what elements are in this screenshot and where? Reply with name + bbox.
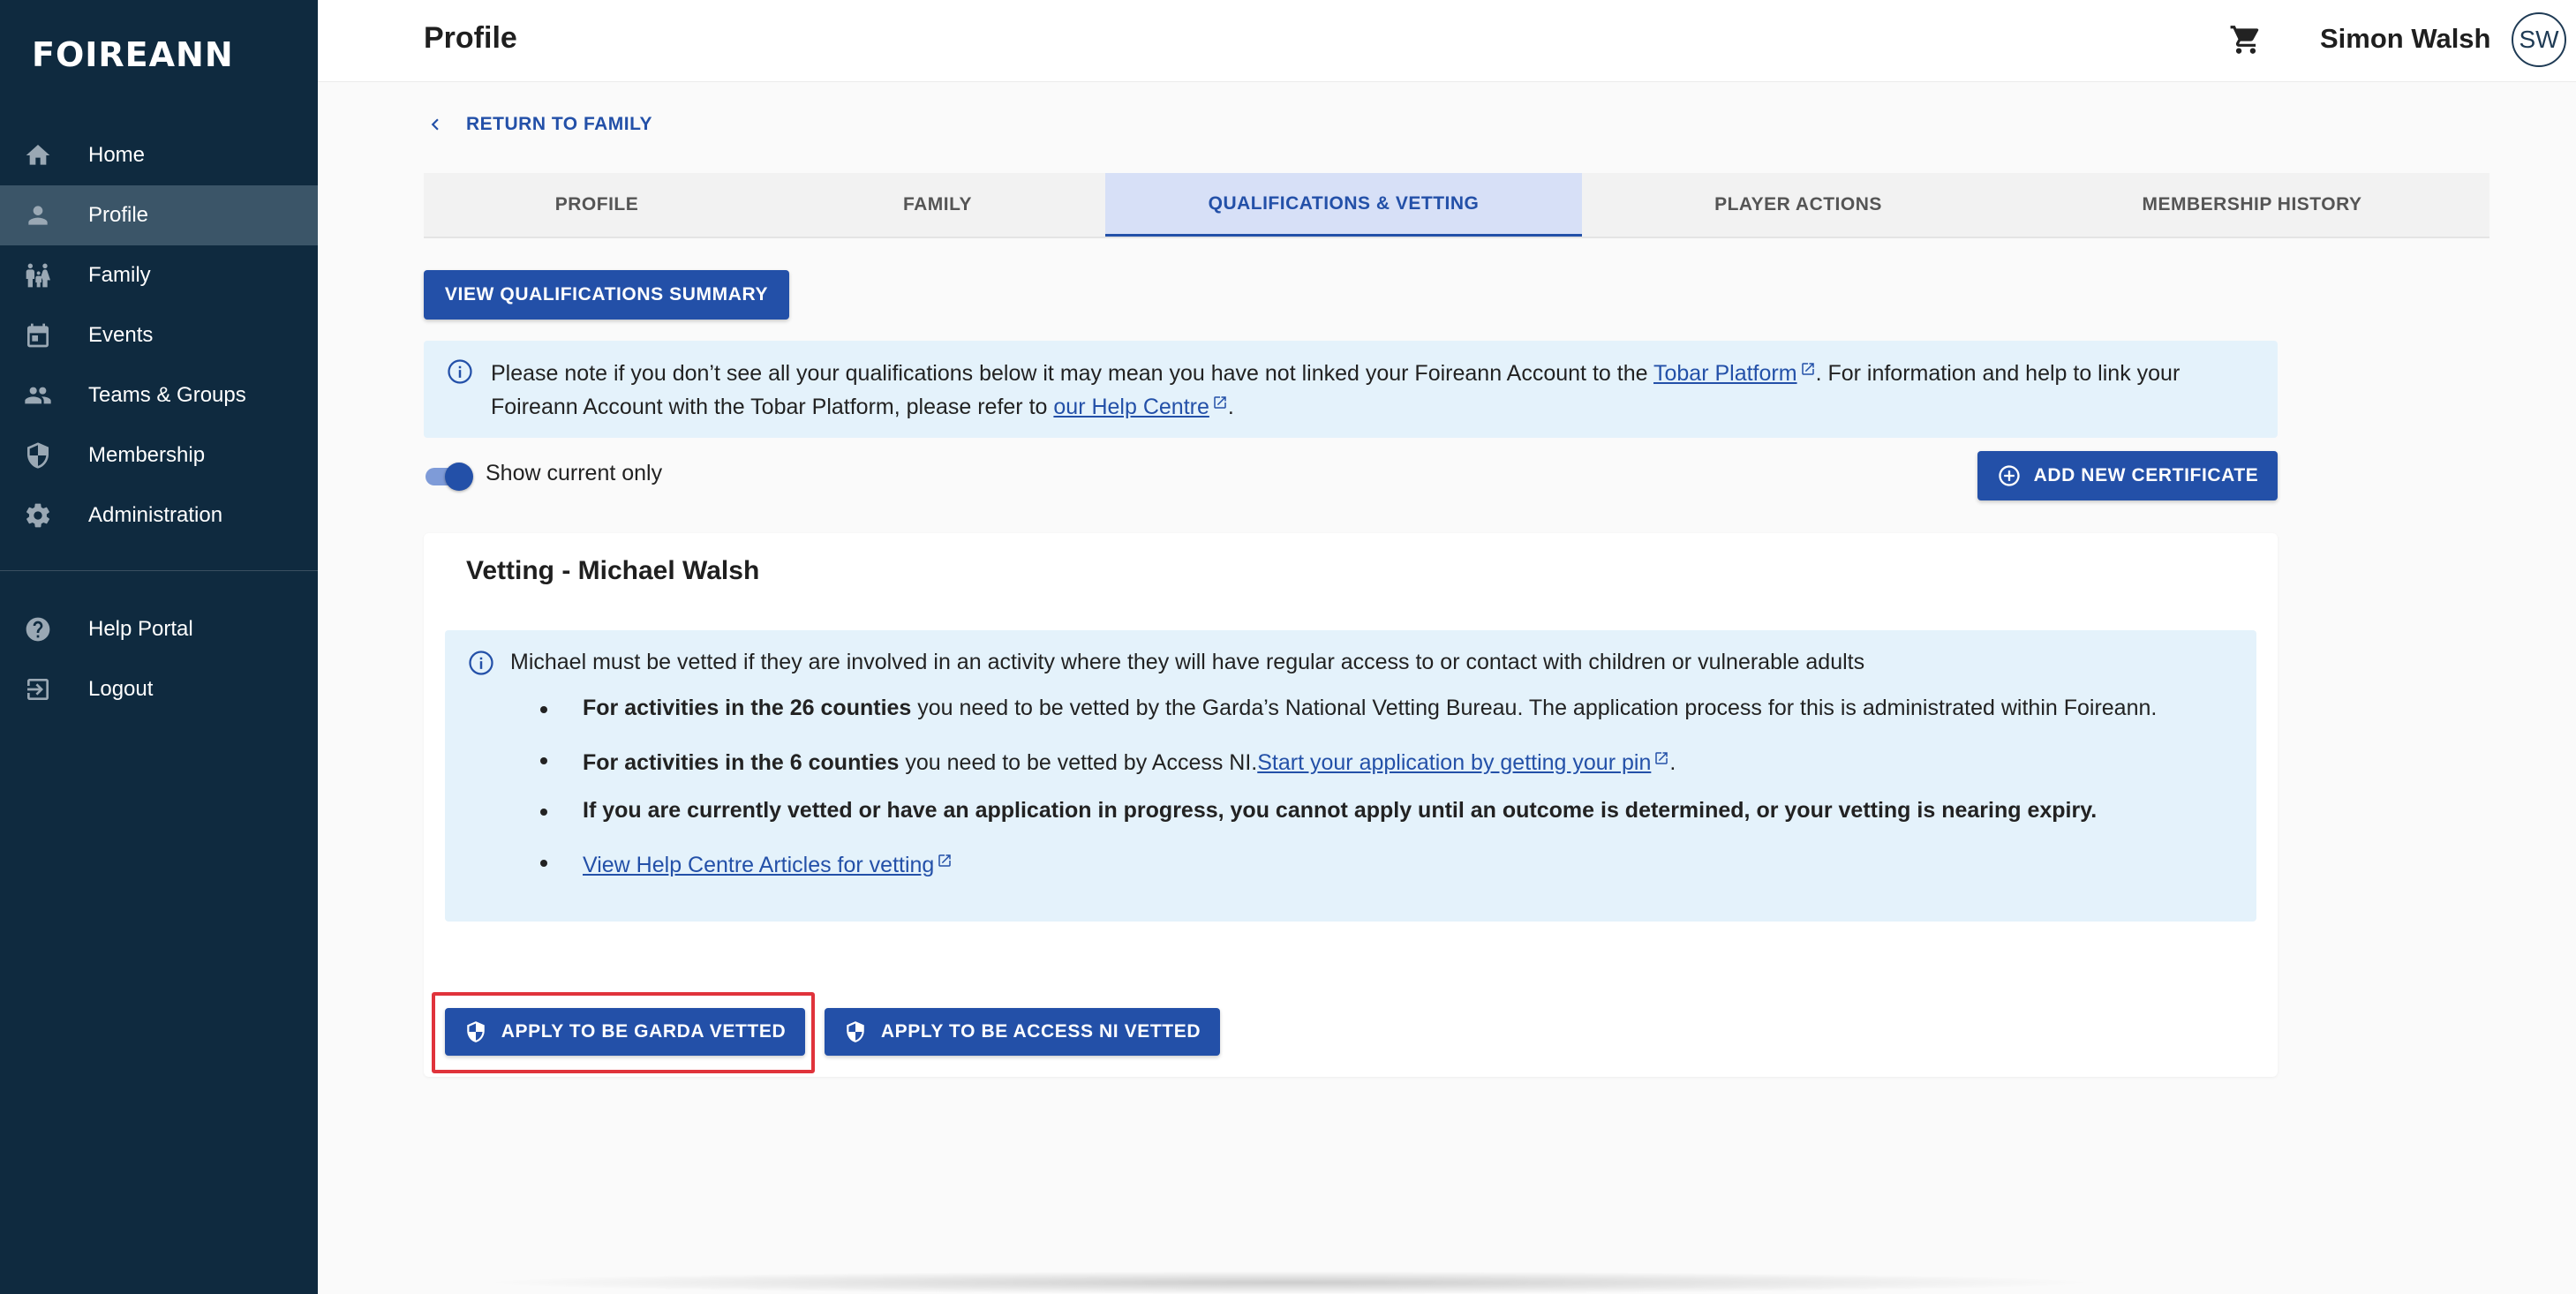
help-centre-link[interactable]: our Help Centre [1053,395,1209,419]
sidebar-item-events[interactable]: Events [0,305,318,365]
info-icon [469,651,493,675]
sidebar-item-label: Events [88,323,154,347]
vetting-title: Vetting - Michael Walsh [466,556,760,585]
sidebar-item-logout[interactable]: Logout [0,659,318,719]
list-item-bold: If you are currently vetted or have an a… [583,798,2098,823]
bullet [540,757,547,764]
cart-icon[interactable] [2229,23,2263,56]
profile-tabs: PROFILE FAMILY QUALIFICATIONS & VETTING … [424,173,2489,238]
list-item-bold: For activities in the 6 counties [583,750,900,775]
sidebar-item-administration[interactable]: Administration [0,485,318,545]
chevron-left-icon [431,118,439,131]
shield-icon [23,440,53,470]
sidebar-item-label: Help Portal [88,617,193,641]
sidebar-item-teams-groups[interactable]: Teams & Groups [0,365,318,425]
sidebar-item-help-portal[interactable]: Help Portal [0,599,318,659]
gear-icon [23,500,53,530]
list-item: For activities in the 6 counties you nee… [530,747,2157,798]
sidebar-item-label: Teams & Groups [88,383,246,407]
list-item: If you are currently vetted or have an a… [530,798,2157,849]
list-item-text: you need to be vetted by the Garda’s Nat… [911,696,2158,720]
info-text-part: Please note if you don’t see all your qu… [491,361,1653,386]
tobar-info-banner: Please note if you don’t see all your qu… [424,341,2278,438]
sidebar-divider [0,570,318,571]
vetting-requirements-list: For activities in the 26 counties you ne… [530,696,2157,900]
tab-qualifications-vetting[interactable]: QUALIFICATIONS & VETTING [1105,173,1582,237]
vetting-info-banner: Michael must be vetted if they are invol… [445,630,2256,922]
sidebar-item-label: Administration [88,503,223,527]
return-to-family-label: RETURN TO FAMILY [466,114,653,134]
list-item: For activities in the 26 counties you ne… [530,696,2157,747]
tab-player-actions[interactable]: PLAYER ACTIONS [1582,173,2015,237]
shield-icon [847,1021,864,1042]
apply-access-ni-vetted-label: APPLY TO BE ACCESS NI VETTED [880,1021,1201,1042]
tab-membership-history[interactable]: MEMBERSHIP HISTORY [2015,173,2489,237]
top-bar: Profile Simon Walsh SW [318,0,2576,82]
view-qualifications-summary-button[interactable]: VIEW QUALIFICATIONS SUMMARY [424,270,789,320]
home-icon [23,140,53,170]
bullet [540,860,547,867]
sidebar-item-label: Logout [88,677,154,701]
vetting-help-articles-link[interactable]: View Help Centre Articles for vetting [583,853,934,877]
access-ni-pin-link[interactable]: Start your application by getting your p… [1257,750,1651,775]
sidebar-item-label: Profile [88,203,149,227]
bullet [540,706,547,713]
logout-icon [23,674,53,704]
vetting-card: Vetting - Michael Walsh Michael must be … [424,533,2278,1077]
apply-garda-vetted-label: APPLY TO BE GARDA VETTED [501,1021,787,1042]
add-circle-icon [1998,465,2020,486]
sidebar-item-label: Family [88,263,151,287]
external-link-icon [937,849,953,867]
show-current-only-label: Show current only [486,461,663,485]
apply-access-ni-vetted-button[interactable]: APPLY TO BE ACCESS NI VETTED [825,1008,1220,1056]
list-item: View Help Centre Articles for vetting [530,849,2157,900]
person-icon [23,200,53,230]
tab-profile[interactable]: PROFILE [424,173,770,237]
sidebar-item-family[interactable]: Family [0,245,318,305]
avatar[interactable]: SW [2512,12,2566,67]
add-new-certificate-button[interactable]: ADD NEW CERTIFICATE [1977,451,2278,500]
return-to-family-link[interactable]: RETURN TO FAMILY [424,113,652,136]
bottom-shadow [477,1271,2101,1294]
external-link-icon [1653,747,1669,764]
apply-garda-vetted-button[interactable]: APPLY TO BE GARDA VETTED [445,1008,805,1056]
bullet [540,809,547,816]
sidebar-nav: Home Profile Family Events Teams & Group… [0,125,318,719]
list-item-text: . [1669,750,1676,775]
vetting-intro-text: Michael must be vetted if they are invol… [510,650,1865,674]
sidebar-item-profile[interactable]: Profile [0,185,318,245]
sidebar-item-membership[interactable]: Membership [0,425,318,485]
info-text-part: . [1227,395,1234,419]
tobar-info-text: Please note if you don’t see all your qu… [491,355,2248,422]
sidebar-item-home[interactable]: Home [0,125,318,185]
add-new-certificate-label: ADD NEW CERTIFICATE [2033,465,2259,485]
sidebar-item-label: Home [88,143,146,167]
tab-family[interactable]: FAMILY [770,173,1105,237]
tobar-platform-link[interactable]: Tobar Platform [1653,361,1797,386]
foireann-logo[interactable]: FOIREANN [32,35,234,74]
info-icon [448,359,472,384]
list-item-text: you need to be vetted by Access NI. [899,750,1258,775]
family-icon [23,260,53,290]
shield-icon [467,1021,485,1042]
calendar-icon [23,320,53,350]
help-icon [23,614,53,644]
toggle-thumb [445,463,473,491]
user-name[interactable]: Simon Walsh [2320,23,2490,55]
sidebar-item-label: Membership [88,443,206,467]
show-current-only-toggle[interactable] [424,459,477,491]
external-link-icon [1800,355,1816,375]
group-icon [23,380,53,410]
external-link-icon [1212,388,1228,409]
page-title: Profile [424,21,517,55]
sidebar: FOIREANN Home Profile Family Events Team… [0,0,318,1294]
list-item-bold: For activities in the 26 counties [583,696,912,720]
